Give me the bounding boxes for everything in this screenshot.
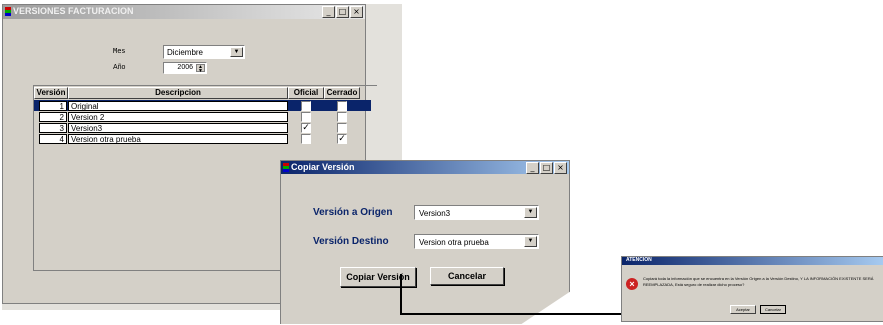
origen-label: Versión a Origen xyxy=(313,207,393,218)
aceptar-button[interactable]: Aceptar xyxy=(730,305,756,314)
alert-message: Copiará toda la información que se encue… xyxy=(643,276,874,287)
anio-spinner[interactable]: 2006 ▲ ▼ xyxy=(163,62,207,74)
row4-version[interactable]: 4 xyxy=(39,134,67,144)
row1-cerrado-checkbox[interactable] xyxy=(337,101,347,111)
anio-label: Año xyxy=(113,64,126,71)
row3-cerrado-checkbox[interactable] xyxy=(337,123,347,133)
maximize-icon[interactable]: □ xyxy=(336,6,349,18)
destino-value: Version otra prueba xyxy=(419,238,489,247)
destino-select[interactable]: Version otra prueba ▼ xyxy=(414,234,539,249)
destino-label: Versión Destino xyxy=(313,236,389,247)
dialog-title: Copiar Versión xyxy=(291,162,355,172)
dialog-titlebar: Copiar Versión _ □ × xyxy=(281,161,569,174)
col-header-oficial[interactable]: Oficial xyxy=(288,87,324,99)
origen-select[interactable]: Version3 ▼ xyxy=(414,205,539,220)
mes-select[interactable]: Diciembre ▼ xyxy=(163,45,245,59)
alert-title: ATENCION xyxy=(626,257,652,263)
chevron-down-icon[interactable]: ▼ xyxy=(524,236,537,247)
row1-oficial-checkbox[interactable] xyxy=(301,101,311,111)
col-header-cerrado[interactable]: Cerrado xyxy=(324,87,360,99)
origen-value: Version3 xyxy=(419,209,451,218)
atencion-dialog: ATENCION × Copiará toda la información q… xyxy=(621,256,883,322)
close-icon[interactable]: × xyxy=(350,6,363,18)
mes-label: Mes xyxy=(113,47,126,55)
row4-descripcion[interactable]: Version otra prueba xyxy=(68,134,288,144)
app-icon xyxy=(283,163,289,172)
anio-value: 2006 xyxy=(177,64,193,71)
checkmark-icon: ✓ xyxy=(338,134,346,144)
row2-cerrado-checkbox[interactable] xyxy=(337,112,347,122)
close-icon[interactable]: × xyxy=(554,162,567,174)
row1-descripcion[interactable]: Original xyxy=(68,101,288,111)
row1-version[interactable]: 1 xyxy=(39,101,67,111)
chevron-down-icon[interactable]: ▼ xyxy=(524,207,537,218)
row3-descripcion[interactable]: Version3 xyxy=(68,123,288,133)
alert-titlebar: ATENCION xyxy=(622,257,883,265)
mes-value: Diciembre xyxy=(167,48,204,57)
minimize-icon[interactable]: _ xyxy=(526,162,539,174)
row4-cerrado-checkbox[interactable]: ✓ xyxy=(337,134,347,144)
checkmark-icon: ✓ xyxy=(302,123,310,133)
main-titlebar: VERSIONES FACTURACION _ □ × xyxy=(3,5,365,19)
row3-oficial-checkbox[interactable]: ✓ xyxy=(301,123,311,133)
row2-oficial-checkbox[interactable] xyxy=(301,112,311,122)
chevron-down-icon[interactable]: ▼ xyxy=(230,47,243,57)
col-header-version[interactable]: Versión xyxy=(34,87,68,99)
col-header-descripcion[interactable]: Descripcion xyxy=(68,87,288,99)
window-title: VERSIONES FACTURACION xyxy=(13,6,134,16)
row2-descripcion[interactable]: Version 2 xyxy=(68,112,288,122)
minimize-icon[interactable]: _ xyxy=(322,6,335,18)
row4-oficial-checkbox[interactable] xyxy=(301,134,311,144)
maximize-icon[interactable]: □ xyxy=(540,162,553,174)
row3-version[interactable]: 3 xyxy=(39,123,67,133)
app-icon xyxy=(5,7,11,16)
error-icon: × xyxy=(626,278,638,290)
spin-arrows-icon[interactable]: ▲ ▼ xyxy=(196,64,205,74)
row2-version[interactable]: 2 xyxy=(39,112,67,122)
alert-cancelar-button[interactable]: Cancelar xyxy=(760,305,786,314)
